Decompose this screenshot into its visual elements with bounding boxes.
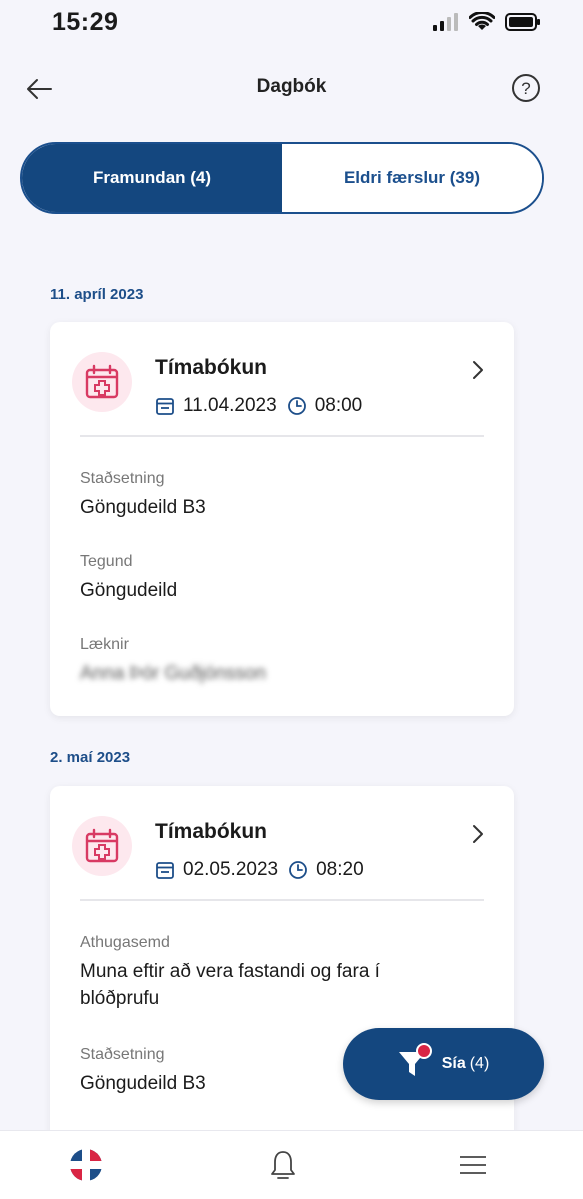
card-header: Tímabókun 02.05.2023 08:20 bbox=[72, 786, 484, 901]
header: Dagbók ? bbox=[0, 60, 583, 116]
field-note: Athugasemd Muna eftir að vera fastandi o… bbox=[80, 934, 460, 1012]
field-label: Staðsetning bbox=[80, 470, 165, 487]
chevron-right-icon bbox=[473, 361, 483, 379]
appointment-date: 02.05.2023 bbox=[183, 859, 279, 880]
svg-text:?: ? bbox=[521, 79, 530, 98]
filter-icon bbox=[398, 1043, 432, 1079]
status-bar: 15:29 bbox=[0, 0, 583, 48]
field-value: Göngudeild B3 bbox=[80, 497, 206, 518]
calendar-medical-icon bbox=[72, 352, 132, 412]
clock-icon bbox=[287, 397, 306, 415]
field-value: Göngudeild bbox=[80, 580, 178, 601]
status-time: 15:29 bbox=[52, 8, 119, 36]
appointment-date: 11.04.2023 bbox=[183, 395, 277, 416]
nav-notifications[interactable] bbox=[263, 1145, 303, 1185]
filter-button[interactable]: Sía (4) bbox=[343, 1028, 544, 1100]
calendar-icon bbox=[156, 398, 174, 415]
field-label: Athugasemd bbox=[80, 934, 170, 951]
appointment-datetime: 11.04.2023 08:00 bbox=[155, 395, 362, 417]
clock-icon bbox=[289, 861, 307, 879]
field-value: Muna eftir að vera fastandi og fara í bl… bbox=[80, 961, 380, 1009]
date-heading: 2. maí 2023 bbox=[50, 749, 131, 766]
card-title: Tímabókun bbox=[155, 820, 268, 843]
open-entry-button[interactable] bbox=[468, 358, 488, 382]
appointment-card[interactable]: Tímabókun 11.04.2023 08:00 Staðsetning G… bbox=[50, 322, 514, 716]
nav-home[interactable] bbox=[66, 1145, 106, 1185]
help-icon: ? bbox=[512, 74, 540, 102]
filter-active-badge bbox=[415, 1043, 432, 1059]
status-icons bbox=[433, 12, 541, 32]
tab-older-entries[interactable]: Eldri færslur (39) bbox=[282, 144, 542, 212]
chevron-right-icon bbox=[473, 825, 483, 843]
field-label: Staðsetning bbox=[80, 1046, 165, 1063]
filter-label: Sía bbox=[441, 1055, 466, 1072]
help-button[interactable]: ? bbox=[511, 73, 541, 103]
field-value-redacted: Anna Þór Guðjónsson bbox=[80, 663, 266, 684]
wifi-icon bbox=[469, 12, 495, 30]
signal-icon bbox=[433, 13, 458, 31]
appointment-time: 08:00 bbox=[314, 395, 363, 416]
home-logo-icon bbox=[70, 1149, 102, 1181]
field-doctor: Læknir Anna Þór Guðjónsson bbox=[80, 636, 266, 687]
open-entry-button[interactable] bbox=[468, 822, 488, 846]
bottom-nav bbox=[0, 1130, 583, 1199]
menu-icon bbox=[460, 1156, 486, 1174]
page-title: Dagbók bbox=[256, 76, 327, 97]
battery-icon bbox=[505, 13, 540, 31]
field-type: Tegund Göngudeild bbox=[80, 553, 177, 604]
field-location: Staðsetning Göngudeild B3 bbox=[80, 470, 206, 521]
tab-switcher: Framundan (4) Eldri færslur (39) bbox=[20, 142, 544, 214]
filter-count: (4) bbox=[469, 1055, 490, 1072]
nav-menu[interactable] bbox=[453, 1145, 493, 1185]
field-label: Tegund bbox=[80, 553, 133, 570]
field-location: Staðsetning Göngudeild B3 bbox=[80, 1046, 206, 1097]
bell-icon bbox=[271, 1151, 295, 1179]
calendar-icon bbox=[156, 862, 174, 879]
card-title: Tímabókun bbox=[155, 356, 268, 379]
date-heading: 11. apríl 2023 bbox=[50, 286, 144, 303]
calendar-medical-icon bbox=[72, 816, 132, 876]
appointment-time: 08:20 bbox=[316, 859, 364, 880]
field-label: Læknir bbox=[80, 636, 129, 653]
card-header: Tímabókun 11.04.2023 08:00 bbox=[72, 322, 484, 437]
appointment-datetime: 02.05.2023 08:20 bbox=[155, 859, 364, 881]
field-value: Göngudeild B3 bbox=[80, 1073, 206, 1094]
tab-upcoming[interactable]: Framundan (4) bbox=[22, 144, 282, 212]
